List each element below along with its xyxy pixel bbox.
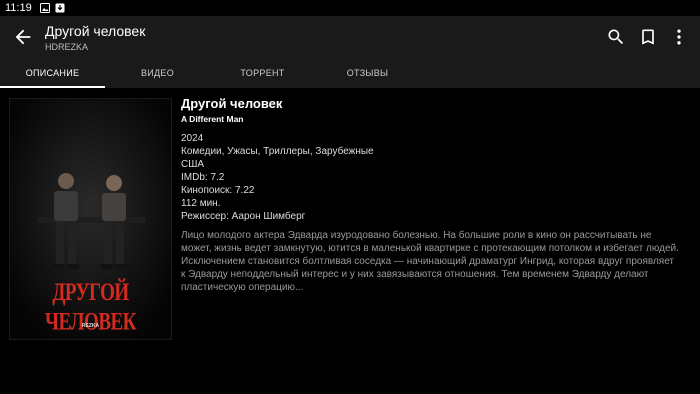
app-bar: Другой человек HDREZKA xyxy=(0,16,700,58)
bookmark-icon[interactable] xyxy=(638,27,658,47)
description-line: пластическую операцию... xyxy=(181,282,304,293)
app-bar-subtitle: HDREZKA xyxy=(45,42,89,52)
image-notification-icon xyxy=(39,3,50,13)
tab-video[interactable]: ВИДЕО xyxy=(105,58,210,88)
movie-country: США xyxy=(181,159,205,170)
download-notification-icon xyxy=(55,3,65,13)
description-line: Исключением становится болтливая соседка… xyxy=(181,256,675,267)
movie-info: Другой человек A Different Man 2024 Коме… xyxy=(181,96,696,294)
tab-torrent[interactable]: ТОРРЕНТ xyxy=(210,58,315,88)
movie-director: Режиссер: Аарон Шимберг xyxy=(181,211,306,222)
movie-imdb-rating: IMDb: 7.2 xyxy=(181,172,225,183)
description-line: Лицо молодого актера Эдварда изуродовано… xyxy=(181,230,652,241)
more-options-icon[interactable] xyxy=(669,27,689,47)
tab-bar: ОПИСАНИЕ ВИДЕО ТОРРЕНТ ОТЗЫВЫ xyxy=(0,58,700,89)
search-icon[interactable] xyxy=(606,27,626,47)
poster-logo: REZKA xyxy=(81,323,100,329)
description-line: к Эдварду неподдельный интерес и у них з… xyxy=(181,269,649,280)
app-bar-title: Другой человек xyxy=(45,23,146,39)
movie-title: Другой человек xyxy=(181,96,283,111)
movie-duration: 112 мин. xyxy=(181,198,221,209)
movie-year: 2024 xyxy=(181,133,204,144)
movie-poster[interactable]: ДРУГОЙ ЧЕЛОВЕК REZKA xyxy=(9,98,172,340)
movie-description: Лицо молодого актера Эдварда изуродовано… xyxy=(181,229,696,294)
tab-description[interactable]: ОПИСАНИЕ xyxy=(0,58,105,88)
status-bar: 11:19 xyxy=(0,0,700,16)
movie-genres: Комедии, Ужасы, Триллеры, Зарубежные xyxy=(181,146,374,157)
back-arrow-icon[interactable] xyxy=(12,26,34,48)
movie-kinopoisk-rating: Кинопоиск: 7.22 xyxy=(181,185,255,196)
description-line: может, жизнь ведет замкнутую, ютится в м… xyxy=(181,243,679,254)
status-time: 11:19 xyxy=(5,2,32,14)
tab-reviews[interactable]: ОТЗЫВЫ xyxy=(315,58,420,88)
movie-original-title: A Different Man xyxy=(181,114,244,124)
